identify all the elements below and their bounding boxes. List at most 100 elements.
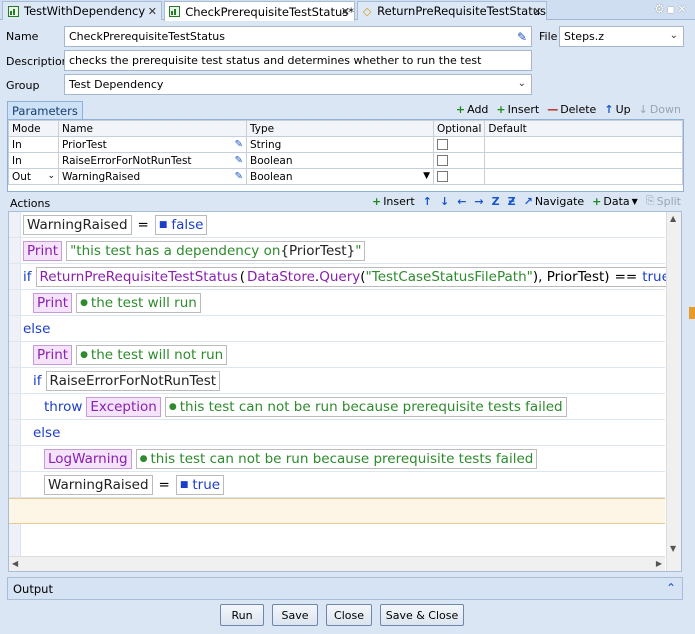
function-token[interactable]: LogWarning <box>44 448 132 469</box>
type-cell[interactable]: Boolean <box>246 152 434 169</box>
action-line[interactable]: Print ● the test will run <box>9 290 665 316</box>
default-cell[interactable] <box>484 168 683 185</box>
variable-token[interactable]: WarningRaised <box>23 214 132 235</box>
table-row[interactable]: In RaiseErrorForNotRunTest ✎ Boolean <box>8 152 683 169</box>
down-button[interactable]: ↓ Down <box>639 103 681 116</box>
optional-cell[interactable] <box>432 136 486 153</box>
insert-button[interactable]: + Insert <box>496 103 539 116</box>
pencil-icon[interactable]: ✎ <box>517 30 527 44</box>
column-header-type[interactable]: Type <box>246 120 434 137</box>
delete-button[interactable]: — Delete <box>547 103 596 116</box>
pencil-icon[interactable]: ✎ <box>235 139 243 150</box>
action-line[interactable]: LogWarning ● this test can not be run bec… <box>9 446 665 472</box>
type-cell[interactable]: String <box>246 136 434 153</box>
scroll-right-icon[interactable]: ▶ <box>656 559 662 568</box>
indent-button[interactable]: → <box>474 195 483 208</box>
column-header-name[interactable]: Name <box>58 120 247 137</box>
table-row[interactable]: Out ⌄ WarningRaised ✎ Boolean ▼ <box>8 168 683 185</box>
close-window-icon[interactable]: ✕ <box>677 2 689 16</box>
string-token[interactable]: ● the test will run <box>76 292 201 313</box>
tab-parameters[interactable]: Parameters <box>7 101 83 119</box>
optional-checkbox[interactable] <box>437 155 448 166</box>
collapse-button[interactable]: Z <box>492 195 500 208</box>
gear-icon[interactable]: ⚙ <box>654 2 667 16</box>
type-cell[interactable]: Boolean ▼ <box>246 168 434 185</box>
tab-check-prerequisite-test-status[interactable]: CheckPrerequisiteTestStatus* ✕ <box>164 1 355 21</box>
up-button[interactable]: ↑ Up <box>604 103 630 116</box>
data-button[interactable]: + Data ▼ <box>592 195 638 208</box>
save-close-button[interactable]: Save & Close <box>380 604 464 626</box>
exception-token[interactable]: Exception <box>86 396 161 417</box>
action-line[interactable]: if RaiseErrorForNotRunTest <box>9 368 665 394</box>
mode-cell[interactable]: In <box>8 152 59 169</box>
value-token[interactable]: ■ false <box>154 214 208 235</box>
split-button[interactable]: ⎘ Split <box>646 194 681 208</box>
horizontal-scrollbar[interactable]: ◀ ▶ <box>9 556 665 571</box>
scroll-up-icon[interactable]: ▲ <box>670 214 676 223</box>
description-field[interactable]: checks the prerequisite test status and … <box>64 50 532 71</box>
splitter-handle[interactable] <box>689 307 695 319</box>
tab-return-prerequisite-test-status[interactable]: ◇ ReturnPreRequisiteTestStatus ✕ <box>357 1 547 20</box>
scroll-down-icon[interactable]: ▼ <box>670 544 676 553</box>
optional-cell[interactable] <box>432 168 486 185</box>
name-cell[interactable]: WarningRaised ✎ <box>58 168 247 185</box>
name-field[interactable]: CheckPrerequisiteTestStatus ✎ <box>64 26 532 47</box>
string-token[interactable]: ● this test can not be run because prereq… <box>164 396 567 417</box>
outdent-button[interactable]: ← <box>457 195 466 208</box>
chevron-down-icon[interactable]: ⌄ <box>47 171 55 181</box>
default-cell[interactable] <box>484 152 683 169</box>
move-up-button[interactable]: ↑ <box>423 195 432 208</box>
menu-icon[interactable]: ▪ <box>667 2 677 16</box>
name-cell[interactable]: PriorTest ✎ <box>58 136 247 153</box>
string-token[interactable]: ● the test will not run <box>76 344 228 365</box>
optional-cell[interactable] <box>432 152 486 169</box>
action-line[interactable]: Print ● the test will not run <box>9 342 665 368</box>
scroll-left-icon[interactable]: ◀ <box>12 559 18 568</box>
value-token[interactable]: ■ true <box>175 474 225 495</box>
optional-checkbox[interactable] <box>437 171 448 182</box>
function-token[interactable]: Print <box>33 292 73 313</box>
dropdown-arrow-icon[interactable]: ▼ <box>423 171 430 181</box>
default-cell[interactable] <box>484 136 683 153</box>
name-cell[interactable]: RaiseErrorForNotRunTest ✎ <box>58 152 247 169</box>
file-select[interactable]: Steps.z ⌄ <box>559 26 684 47</box>
optional-checkbox[interactable] <box>437 139 448 150</box>
add-button[interactable]: + Add <box>456 103 489 116</box>
table-row[interactable]: In PriorTest ✎ String <box>8 136 683 153</box>
tab-test-with-dependency[interactable]: TestWithDependency ✕ <box>2 1 162 20</box>
function-token[interactable]: Print <box>23 240 63 261</box>
actions-editor[interactable]: WarningRaised = ■ false Print "this test … <box>8 211 682 572</box>
column-header-optional[interactable]: Optional <box>432 120 486 137</box>
chevron-up-icon[interactable]: ⌃ <box>666 581 676 595</box>
variable-token[interactable]: RaiseErrorForNotRunTest <box>45 370 221 391</box>
column-header-mode[interactable]: Mode <box>8 120 59 137</box>
run-button[interactable]: Run <box>220 604 264 626</box>
navigate-button[interactable]: ↗ Navigate <box>524 195 585 208</box>
string-token[interactable]: "this test has a dependency on {PriorTes… <box>66 240 366 261</box>
pencil-icon[interactable]: ✎ <box>235 171 243 182</box>
output-panel-header[interactable]: Output ⌃ <box>7 577 683 600</box>
string-token[interactable]: ● this test can not be run because prereq… <box>135 448 538 469</box>
column-header-default[interactable]: Default <box>484 120 683 137</box>
variable-token[interactable]: WarningRaised <box>44 474 153 495</box>
action-line[interactable]: throw Exception ● this test can not be ru… <box>9 394 665 420</box>
save-button[interactable]: Save <box>272 604 318 626</box>
action-line[interactable]: else <box>9 316 665 342</box>
pencil-icon[interactable]: ✎ <box>235 155 243 166</box>
action-line[interactable]: WarningRaised = ■ true <box>9 472 665 498</box>
action-line[interactable]: if ReturnPreRequisiteTestStatus ( DataSt… <box>9 264 674 290</box>
insert-action-button[interactable]: + Insert <box>372 195 415 208</box>
mode-cell[interactable]: In <box>8 136 59 153</box>
close-icon[interactable]: ✕ <box>148 5 157 18</box>
move-down-button[interactable]: ↓ <box>440 195 449 208</box>
action-line[interactable]: else <box>9 420 665 446</box>
new-action-line[interactable] <box>9 498 665 524</box>
expand-button[interactable]: Ƶ <box>508 195 516 208</box>
expression-token[interactable]: ReturnPreRequisiteTestStatus ( DataStore… <box>35 266 674 287</box>
mode-cell[interactable]: Out ⌄ <box>8 168 59 185</box>
close-icon[interactable]: ✕ <box>533 5 542 18</box>
function-token[interactable]: Print <box>33 344 73 365</box>
action-line[interactable]: Print "this test has a dependency on {Pr… <box>9 238 665 264</box>
close-icon[interactable]: ✕ <box>341 5 350 18</box>
close-button[interactable]: Close <box>326 604 372 626</box>
